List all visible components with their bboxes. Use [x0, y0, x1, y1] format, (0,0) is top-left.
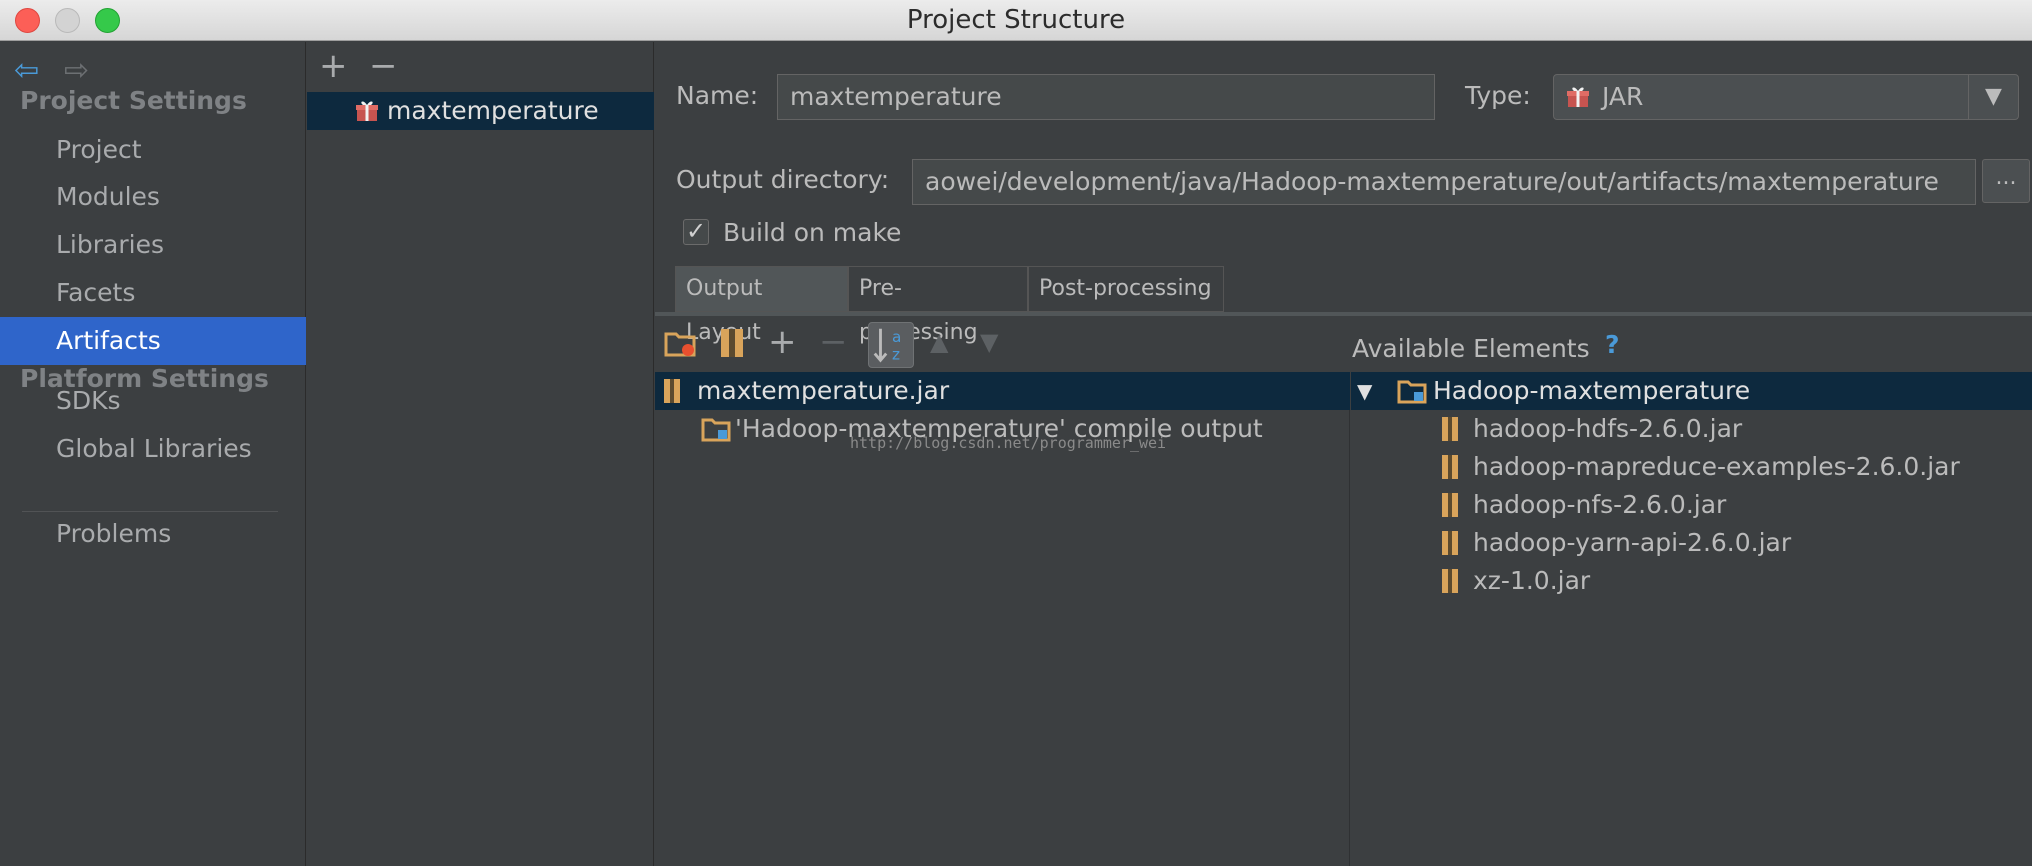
build-on-make-label: Build on make — [723, 218, 902, 247]
type-label: Type: — [1465, 81, 1531, 110]
tree-row-label: hadoop-yarn-api-2.6.0.jar — [1473, 528, 1792, 557]
svg-text:a: a — [892, 328, 901, 346]
forward-arrow-icon[interactable]: ⇨ — [64, 56, 89, 86]
tree-row-library[interactable]: xz-1.0.jar — [1351, 562, 2032, 600]
settings-sidebar: ⇦ ⇨ Project Settings Project Modules Lib… — [0, 42, 306, 866]
tree-row-label: xz-1.0.jar — [1473, 566, 1591, 595]
tab-output-layout[interactable]: Output Layout — [675, 266, 848, 345]
tree-row-jar-root[interactable]: maxtemperature.jar — [655, 372, 1350, 410]
tab-underline — [655, 312, 2032, 316]
output-layout-toolbar: + − a z ▲ ▼ Available Elements ? — [655, 318, 2032, 368]
move-down-icon[interactable]: ▼ — [980, 320, 998, 364]
sidebar-item-global-libraries[interactable]: Global Libraries — [0, 425, 306, 473]
back-arrow-icon[interactable]: ⇦ — [14, 56, 39, 86]
type-select[interactable]: JAR ▼ — [1553, 74, 2019, 120]
move-up-icon[interactable]: ▲ — [930, 320, 948, 364]
type-select-value: JAR — [1602, 82, 1644, 111]
tree-row-label: Hadoop-maxtemperature — [1433, 376, 1751, 405]
jar-type-icon — [1567, 87, 1589, 107]
tab-pre-processing[interactable]: Pre-processing — [848, 266, 1028, 345]
output-directory-label: Output directory: — [676, 165, 890, 194]
tree-row-library[interactable]: hadoop-yarn-api-2.6.0.jar — [1351, 524, 2032, 562]
available-elements-title: Available Elements — [1352, 334, 1590, 363]
add-element-icon[interactable]: + — [768, 320, 797, 364]
jar-icon — [664, 379, 680, 403]
name-label: Name: — [676, 81, 759, 110]
tree-row-label: hadoop-nfs-2.6.0.jar — [1473, 490, 1727, 519]
chevron-down-icon[interactable]: ▼ — [1968, 75, 2018, 119]
remove-artifact-icon[interactable]: − — [369, 46, 398, 86]
jar-icon — [1442, 455, 1458, 479]
artifact-list-item[interactable]: maxtemperature — [307, 92, 654, 130]
sidebar-item-modules[interactable]: Modules — [0, 173, 306, 221]
module-folder-icon — [1397, 380, 1427, 404]
jar-artifact-icon — [356, 101, 378, 121]
tree-row-label: maxtemperature.jar — [697, 376, 950, 405]
sidebar-item-artifacts[interactable]: Artifacts — [0, 317, 306, 365]
window-title: Project Structure — [906, 5, 1126, 35]
tree-row-library[interactable]: hadoop-mapreduce-examples-2.6.0.jar — [1351, 448, 2032, 486]
sort-alpha-icon: a z — [873, 328, 901, 363]
tree-row-label: hadoop-mapreduce-examples-2.6.0.jar — [1473, 452, 1960, 481]
tree-row-module[interactable]: ▼ Hadoop-maxtemperature — [1351, 372, 2032, 410]
sidebar-item-project[interactable]: Project — [0, 126, 306, 174]
title-bar: Project Structure — [0, 0, 2032, 41]
watermark-text: http://blog.csdn.net/programmer_wei — [850, 434, 1167, 452]
project-settings-header: Project Settings — [20, 86, 247, 115]
svg-text:z: z — [892, 345, 900, 363]
sidebar-item-facets[interactable]: Facets — [0, 269, 306, 317]
add-artifact-icon[interactable]: + — [319, 46, 348, 86]
tree-row-label: hadoop-hdfs-2.6.0.jar — [1473, 414, 1743, 443]
remove-element-icon[interactable]: − — [819, 320, 848, 364]
tree-row-library[interactable]: hadoop-hdfs-2.6.0.jar — [1351, 410, 2032, 448]
name-field[interactable]: maxtemperature — [777, 74, 1435, 120]
sort-elements-button[interactable]: a z — [868, 322, 914, 368]
sidebar-item-sdks[interactable]: SDKs — [0, 377, 306, 425]
sidebar-item-problems[interactable]: Problems — [0, 510, 306, 558]
browse-output-directory-button[interactable]: ... — [1982, 159, 2030, 203]
build-on-make-checkbox[interactable]: ✓ — [683, 219, 709, 245]
artifact-list-item-label: maxtemperature — [387, 96, 599, 125]
jar-icon — [1442, 531, 1458, 555]
tab-post-processing[interactable]: Post-processing — [1028, 266, 1224, 312]
artifact-list-panel: + − maxtemperature — [307, 42, 654, 866]
available-elements-tree: ▼ Hadoop-maxtemperature hadoop-hdfs-2.6.… — [1351, 372, 2032, 866]
jar-icon — [1442, 493, 1458, 517]
output-directory-field[interactable]: aowei/development/java/Hadoop-maxtempera… — [912, 159, 1976, 205]
module-output-folder-icon — [701, 418, 731, 442]
jar-icon — [1442, 417, 1458, 441]
jar-icon — [1442, 569, 1458, 593]
create-directory-icon[interactable] — [664, 326, 698, 360]
add-archive-icon[interactable] — [715, 326, 749, 360]
help-icon[interactable]: ? — [1605, 330, 1620, 359]
artifact-settings-panel: Name: maxtemperature Type: JAR ▼ Output … — [655, 42, 2032, 866]
sidebar-item-libraries[interactable]: Libraries — [0, 221, 306, 269]
tree-row-library[interactable]: hadoop-nfs-2.6.0.jar — [1351, 486, 2032, 524]
expand-arrow-icon[interactable]: ▼ — [1357, 372, 1372, 410]
